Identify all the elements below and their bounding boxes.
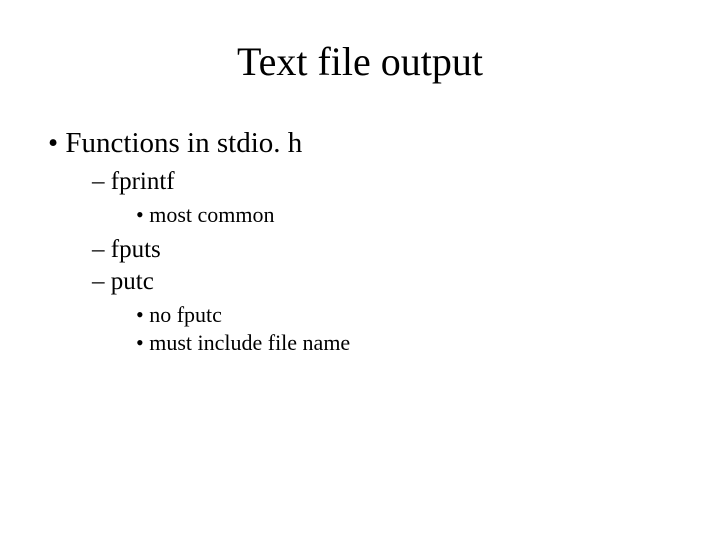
list-item: no fputc — [136, 302, 672, 328]
bullet-text: most common — [149, 202, 274, 227]
bullet-list-level2: fprintf most common fputs putc no fputc — [92, 168, 672, 356]
bullet-list-level3: most common — [136, 202, 672, 228]
bullet-list-level1: Functions in stdio. h fprintf most commo… — [48, 127, 672, 356]
bullet-text: must include file name — [149, 330, 350, 355]
list-item: most common — [136, 202, 672, 228]
bullet-text: fputs — [111, 236, 161, 263]
list-item: must include file name — [136, 330, 672, 356]
bullet-text: Functions in stdio. h — [65, 127, 302, 159]
bullet-text: no fputc — [149, 302, 222, 327]
bullet-text: putc — [111, 268, 154, 295]
bullet-list-level3: no fputc must include file name — [136, 302, 672, 356]
list-item: fputs — [92, 236, 672, 264]
list-item: fprintf most common — [92, 168, 672, 228]
list-item: Functions in stdio. h fprintf most commo… — [48, 127, 672, 356]
list-item: putc no fputc must include file name — [92, 268, 672, 356]
bullet-text: fprintf — [111, 168, 175, 195]
slide-title: Text file output — [108, 38, 612, 85]
slide: Text file output Functions in stdio. h f… — [0, 0, 720, 540]
